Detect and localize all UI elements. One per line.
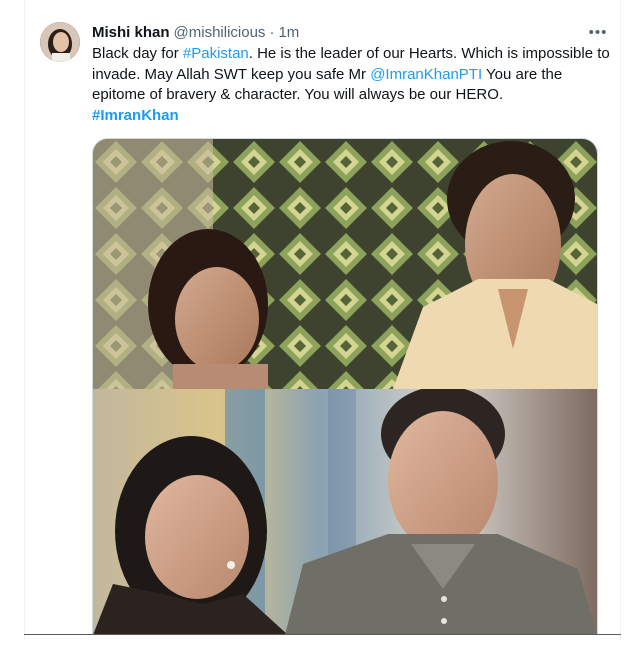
- author-name[interactable]: Mishi khan: [92, 24, 170, 41]
- timestamp[interactable]: 1m: [278, 24, 299, 41]
- timeline-right-border: [620, 0, 621, 640]
- tweet-card[interactable]: Mishi khan @mishilicious · 1m ••• Black …: [24, 0, 620, 634]
- more-options-button[interactable]: •••: [588, 23, 608, 41]
- tweet-header: Mishi khan @mishilicious · 1m: [92, 22, 299, 42]
- ellipsis-icon: •••: [588, 23, 608, 41]
- mention-link[interactable]: @ImranKhanPTI: [370, 66, 482, 83]
- vintage-photo[interactable]: [93, 139, 597, 389]
- hashtag-link[interactable]: #Pakistan: [183, 45, 249, 62]
- recent-photo[interactable]: [93, 389, 597, 634]
- author-handle[interactable]: @mishilicious: [174, 24, 266, 41]
- tweet-divider: [24, 634, 621, 635]
- avatar-image: [40, 22, 80, 62]
- tweet-text-part: Black day for: [92, 45, 183, 62]
- hashtag-link[interactable]: #ImranKhan: [92, 107, 179, 124]
- avatar[interactable]: [40, 22, 80, 62]
- tweet-text: Black day for #Pakistan. He is the leade…: [92, 44, 612, 126]
- tweet-media[interactable]: [92, 138, 598, 634]
- separator-dot: ·: [269, 23, 275, 41]
